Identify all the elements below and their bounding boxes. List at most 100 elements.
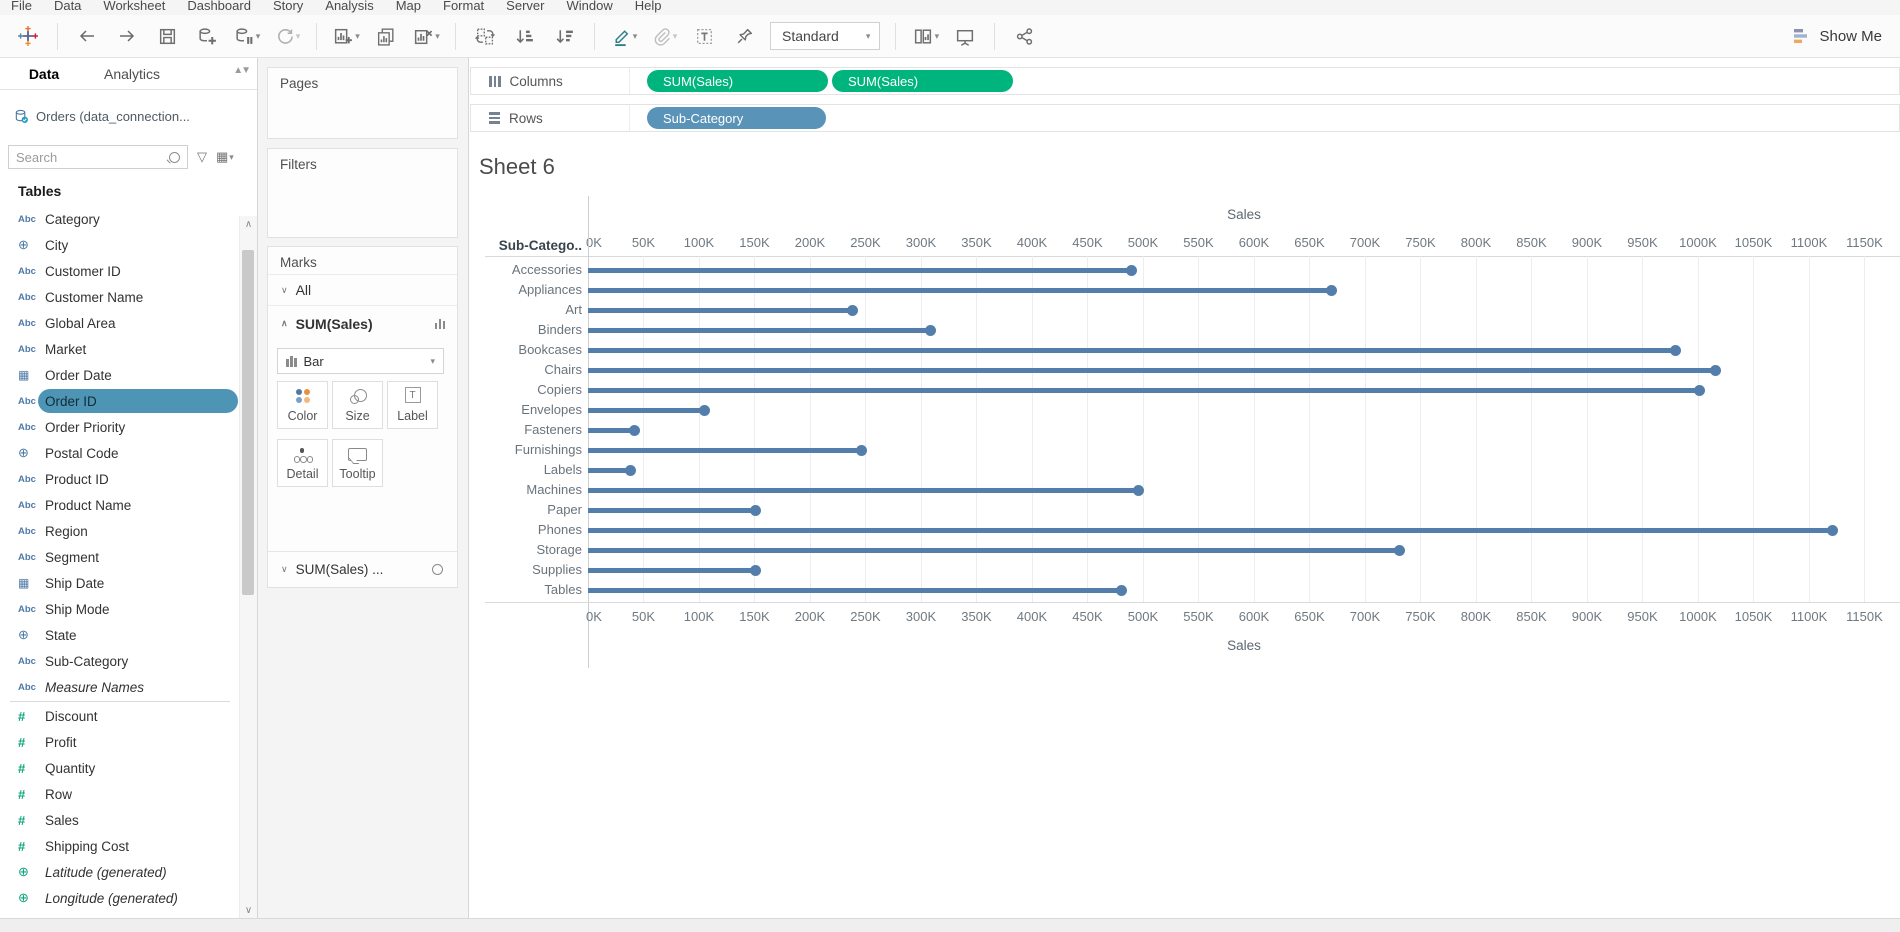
field-customer-name[interactable]: Abc Customer Name xyxy=(0,284,240,310)
field-category[interactable]: Abc Category xyxy=(0,206,240,232)
field-customer-id[interactable]: Abc Customer ID xyxy=(0,258,240,284)
circle-mark[interactable] xyxy=(750,504,762,516)
pill-sub-category[interactable]: Sub-Category xyxy=(647,107,826,129)
duplicate-icon[interactable] xyxy=(366,19,406,53)
bar-mark[interactable] xyxy=(588,407,705,413)
scroll-down-icon[interactable]: ∨ xyxy=(240,905,257,916)
field-order-priority[interactable]: Abc Order Priority xyxy=(0,414,240,440)
field-city[interactable]: ⊕ City xyxy=(0,232,240,258)
sort-descending-icon[interactable] xyxy=(545,19,585,53)
share-workbook-icon[interactable] xyxy=(1004,19,1044,53)
menu-server[interactable]: Server xyxy=(495,0,555,15)
pause-auto-updates-icon[interactable]: ▾ xyxy=(227,19,267,53)
category-label-fasteners[interactable]: Fasteners xyxy=(485,420,582,440)
search-input[interactable]: Search xyxy=(8,145,188,169)
menu-story[interactable]: Story xyxy=(262,0,314,15)
field-market[interactable]: Abc Market xyxy=(0,336,240,362)
field-state[interactable]: ⊕ State xyxy=(0,622,240,648)
bar-mark[interactable] xyxy=(588,347,1676,353)
tab-analytics[interactable]: Analytics xyxy=(88,66,176,82)
pages-card[interactable]: Pages xyxy=(267,67,458,139)
category-label-appliances[interactable]: Appliances xyxy=(485,280,582,300)
size-button[interactable]: Size xyxy=(332,381,383,429)
fix-axes-pin-icon[interactable] xyxy=(724,19,764,53)
bar-mark[interactable] xyxy=(588,267,1132,273)
tableau-logo-icon[interactable] xyxy=(8,19,48,53)
field-order-id[interactable]: Abc Order ID xyxy=(0,388,240,414)
category-label-chairs[interactable]: Chairs xyxy=(485,360,582,380)
menu-data[interactable]: Data xyxy=(43,0,92,15)
marks-section-sum-sales[interactable]: ∧ SUM(Sales) xyxy=(268,306,457,341)
swap-rows-columns-icon[interactable] xyxy=(465,19,505,53)
circle-mark[interactable] xyxy=(1393,544,1405,556)
bar-mark[interactable] xyxy=(588,507,756,513)
bar-mark[interactable] xyxy=(588,387,1700,393)
label-button[interactable]: T Label xyxy=(387,381,438,429)
chevron-down-icon[interactable]: ∨ xyxy=(281,285,288,296)
bar-mark[interactable] xyxy=(588,487,1139,493)
category-label-machines[interactable]: Machines xyxy=(485,480,582,500)
field-region[interactable]: Abc Region xyxy=(0,518,240,544)
columns-shelf[interactable]: Columns SUM(Sales) SUM(Sales) xyxy=(470,67,1900,95)
category-label-labels[interactable]: Labels xyxy=(485,460,582,480)
category-label-art[interactable]: Art xyxy=(485,300,582,320)
field-order-date[interactable]: ▦ Order Date xyxy=(0,362,240,388)
circle-mark[interactable] xyxy=(624,464,636,476)
bar-mark[interactable] xyxy=(588,367,1716,373)
circle-mark[interactable] xyxy=(925,324,937,336)
show-me-button[interactable]: Show Me xyxy=(1793,28,1882,45)
circle-mark[interactable] xyxy=(1116,584,1128,596)
field-segment[interactable]: Abc Segment xyxy=(0,544,240,570)
plot-area[interactable] xyxy=(588,256,1900,602)
bar-mark[interactable] xyxy=(588,527,1833,533)
category-label-accessories[interactable]: Accessories xyxy=(485,260,582,280)
field-discount[interactable]: # Discount xyxy=(0,703,240,729)
pill-sum-sales-2[interactable]: SUM(Sales) xyxy=(832,70,1013,92)
pill-sum-sales-1[interactable]: SUM(Sales) xyxy=(647,70,828,92)
circle-mark[interactable] xyxy=(855,444,867,456)
scrollbar-thumb[interactable] xyxy=(242,250,254,595)
category-label-envelopes[interactable]: Envelopes xyxy=(485,400,582,420)
circle-mark[interactable] xyxy=(1126,264,1138,276)
field-product-id[interactable]: Abc Product ID xyxy=(0,466,240,492)
category-label-binders[interactable]: Binders xyxy=(485,320,582,340)
field-ship-mode[interactable]: Abc Ship Mode xyxy=(0,596,240,622)
field-sales[interactable]: # Sales xyxy=(0,807,240,833)
tooltip-button[interactable]: Tooltip xyxy=(332,439,383,487)
category-label-supplies[interactable]: Supplies xyxy=(485,560,582,580)
field-postal-code[interactable]: ⊕ Postal Code xyxy=(0,440,240,466)
rows-shelf[interactable]: Rows Sub-Category xyxy=(470,104,1900,132)
bar-mark[interactable] xyxy=(588,307,853,313)
menu-dashboard[interactable]: Dashboard xyxy=(176,0,262,15)
dropdown-caret-icon[interactable]: ▾ xyxy=(229,152,234,163)
bar-mark[interactable] xyxy=(588,287,1332,293)
field-product-name[interactable]: Abc Product Name xyxy=(0,492,240,518)
field-measure-names[interactable]: Abc Measure Names xyxy=(0,674,240,700)
circle-mark[interactable] xyxy=(1326,284,1338,296)
show-hide-cards-icon[interactable]: ▾ xyxy=(905,19,945,53)
mark-type-select[interactable]: Bar ▾ xyxy=(277,348,444,374)
category-label-paper[interactable]: Paper xyxy=(485,500,582,520)
category-label-bookcases[interactable]: Bookcases xyxy=(485,340,582,360)
save-icon[interactable] xyxy=(147,19,187,53)
bar-mark[interactable] xyxy=(588,447,862,453)
bar-mark[interactable] xyxy=(588,467,631,473)
dropdown-caret-icon[interactable]: ▾ xyxy=(435,31,440,42)
circle-mark[interactable] xyxy=(1826,524,1838,536)
presentation-mode-icon[interactable] xyxy=(945,19,985,53)
bar-mark[interactable] xyxy=(588,547,1400,553)
circle-mark[interactable] xyxy=(1693,384,1705,396)
data-source-item[interactable]: Orders (data_connection... xyxy=(14,103,251,129)
category-label-storage[interactable]: Storage xyxy=(485,540,582,560)
dropdown-caret-icon[interactable]: ▾ xyxy=(355,31,360,42)
category-label-tables[interactable]: Tables xyxy=(485,580,582,600)
bar-mark[interactable] xyxy=(588,427,635,433)
undo-icon[interactable] xyxy=(67,19,107,53)
circle-mark[interactable] xyxy=(699,404,711,416)
field-sub-category[interactable]: Abc Sub-Category xyxy=(0,648,240,674)
clear-sheet-icon[interactable]: ▾ xyxy=(406,19,446,53)
field-row[interactable]: # Row xyxy=(0,781,240,807)
circle-mark[interactable] xyxy=(1133,484,1145,496)
data-pane-scrollbar[interactable]: ∧ ∨ xyxy=(239,216,257,919)
pane-expand-icon[interactable]: ▲▼ xyxy=(233,65,251,76)
